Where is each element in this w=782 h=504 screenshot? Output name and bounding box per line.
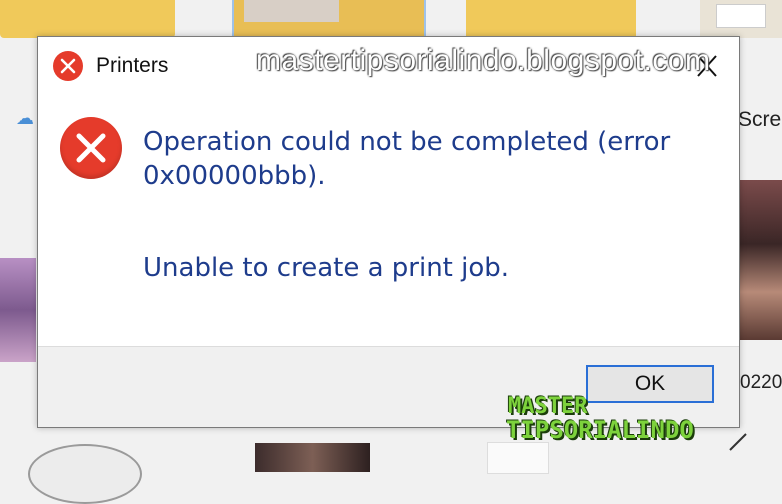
- image-thumbnail[interactable]: [255, 443, 370, 472]
- dialog-title: Printers: [96, 54, 169, 77]
- resize-grip-icon: [729, 433, 747, 451]
- error-detail: Unable to create a print job.: [143, 253, 510, 283]
- cloud-icon: ☁: [16, 108, 34, 129]
- folder-thumbnail[interactable]: [700, 0, 782, 38]
- image-thumbnail[interactable]: [28, 444, 142, 504]
- error-message: Operation could not be completed (error …: [143, 127, 671, 191]
- folder-preview: [244, 0, 339, 22]
- folder-thumbnail[interactable]: [466, 0, 636, 38]
- file-label-partial: 02207: [740, 372, 782, 393]
- watermark-badge-line2: TIPSORIALINDO: [506, 416, 694, 444]
- document-thumbnail[interactable]: [487, 442, 549, 474]
- image-thumbnail[interactable]: [0, 258, 36, 362]
- folder-thumbnail[interactable]: [0, 0, 175, 38]
- folder-thumbnail-selected[interactable]: [232, 0, 426, 40]
- error-icon: [60, 117, 122, 179]
- watermark-badge: MASTER TIPSORIALINDO: [506, 394, 752, 446]
- document-preview: [716, 4, 766, 28]
- watermark-url: mastertipsorialindo.blogspot.com: [256, 44, 711, 77]
- dialog-content: Operation could not be completed (error …: [38, 95, 739, 346]
- error-dialog: Printers Operation could not be complete…: [37, 36, 740, 428]
- error-icon: [53, 51, 83, 81]
- image-thumbnail[interactable]: [738, 180, 782, 340]
- file-label-partial: Scree: [738, 108, 782, 131]
